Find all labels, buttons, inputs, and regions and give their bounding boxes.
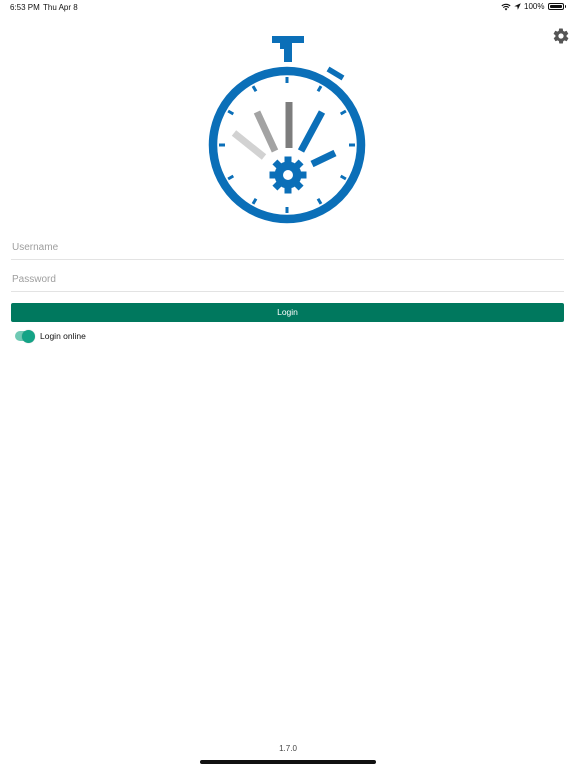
stopwatch-tick [339, 109, 347, 116]
status-bar: 6:53 PM Thu Apr 8 100% [0, 0, 576, 14]
stopwatch-tick [251, 85, 258, 93]
username-field[interactable] [11, 236, 564, 260]
gear-icon [552, 28, 570, 49]
login-online-toggle[interactable] [15, 329, 35, 343]
stopwatch-tick [316, 85, 323, 93]
username-input[interactable] [11, 236, 564, 259]
password-input[interactable] [11, 268, 564, 291]
battery-tip [564, 5, 566, 8]
stopwatch-tick [316, 197, 323, 205]
app-logo [205, 34, 371, 224]
status-indicators: 100% [501, 2, 566, 11]
login-button[interactable]: Login [11, 303, 564, 322]
login-online-label: Login online [40, 331, 86, 341]
stopwatch-gear-icon [208, 36, 366, 224]
login-online-row: Login online [15, 329, 86, 343]
toggle-knob [22, 329, 35, 343]
app-version: 1.7.0 [279, 744, 297, 753]
wifi-icon [501, 3, 511, 11]
stopwatch-tick [339, 174, 347, 181]
battery-percent: 100% [524, 2, 545, 11]
password-field[interactable] [11, 268, 564, 292]
stopwatch-tick [227, 174, 235, 181]
stopwatch-tick [227, 109, 235, 116]
settings-button[interactable] [552, 27, 570, 45]
home-indicator[interactable] [200, 760, 376, 764]
status-date: Thu Apr 8 [43, 3, 78, 12]
stopwatch-tick [251, 197, 258, 205]
status-time: 6:53 PM [10, 3, 40, 12]
location-arrow-icon [514, 3, 521, 10]
battery-icon [547, 3, 564, 10]
